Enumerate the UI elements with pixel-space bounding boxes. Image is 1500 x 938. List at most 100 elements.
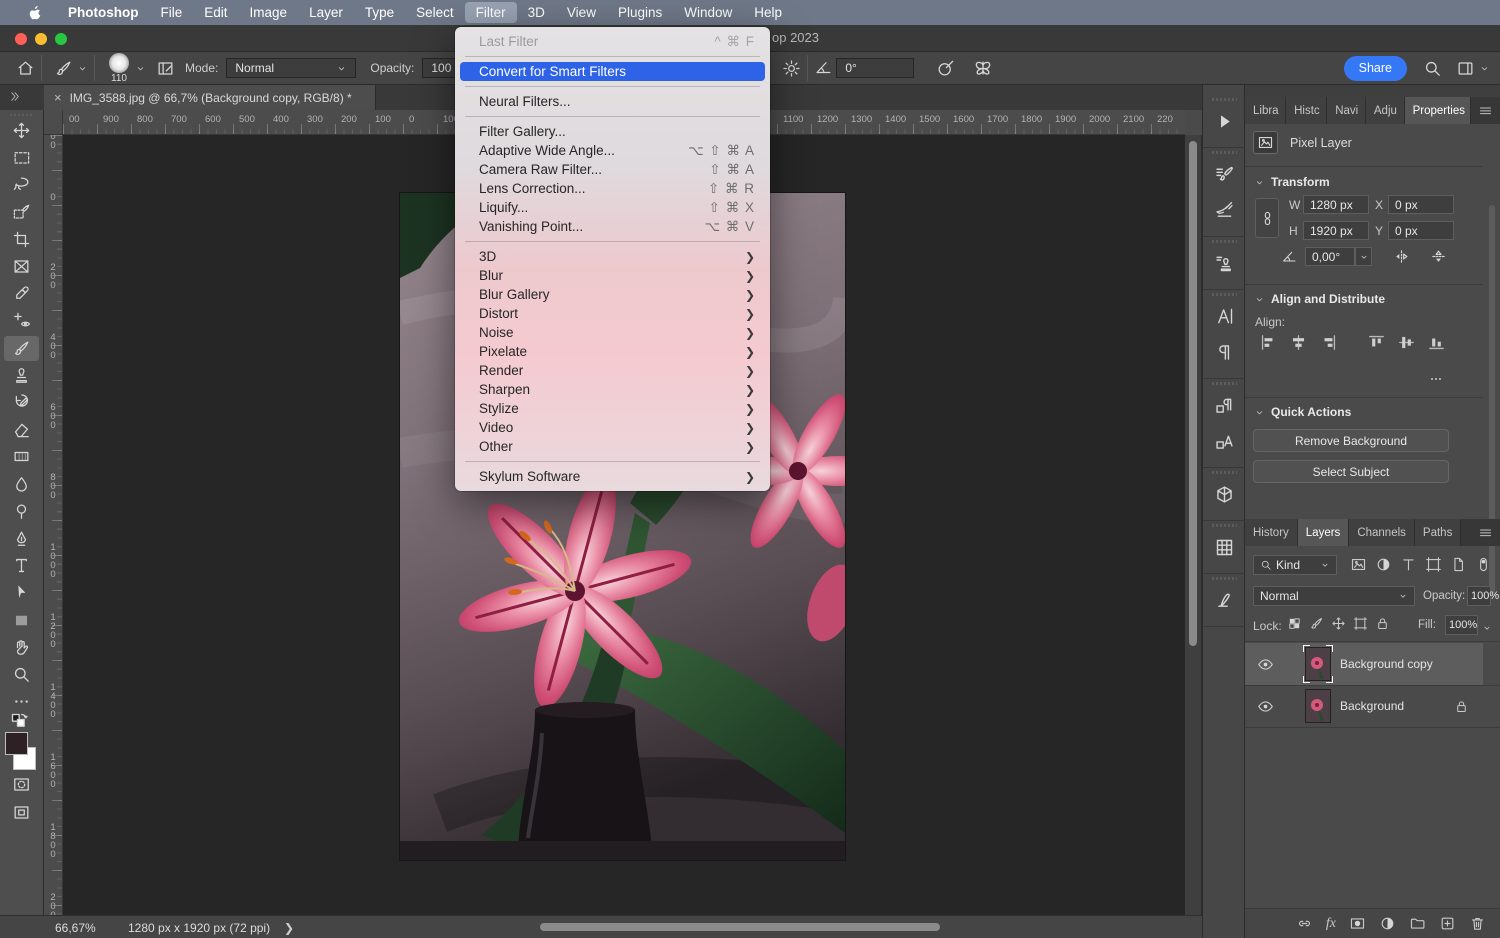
select-subject-button[interactable]: Select Subject <box>1253 460 1449 483</box>
layers-opacity-field[interactable]: 100% <box>1467 586 1491 606</box>
layer-visibility-eye-icon[interactable] <box>1257 656 1274 673</box>
menu-item-video[interactable]: Video❯ <box>460 418 765 437</box>
horizontal-scrollbar-thumb[interactable] <box>540 923 940 931</box>
brush-tool[interactable] <box>4 336 39 361</box>
lasso-tool[interactable] <box>4 172 39 197</box>
zoom-tool[interactable] <box>4 662 39 687</box>
double-chevron-right-icon[interactable] <box>8 90 21 108</box>
smart-object-filter-icon[interactable] <box>1450 556 1467 578</box>
type-filter-icon[interactable] <box>1400 556 1417 578</box>
layer-row-background[interactable]: Background <box>1245 685 1483 727</box>
menu-item-sharpen[interactable]: Sharpen❯ <box>460 380 765 399</box>
clone-source-panel-icon[interactable] <box>1210 249 1239 277</box>
align-center-h-icon[interactable] <box>1289 333 1308 357</box>
height-field[interactable]: 1920 px <box>1303 221 1369 240</box>
panel-toggle-icon[interactable] <box>156 59 175 78</box>
patterns-grid-panel-icon[interactable] <box>1210 533 1239 561</box>
adjustment-filter-icon[interactable] <box>1375 556 1392 578</box>
blend-mode-select[interactable]: Normal <box>1253 586 1415 606</box>
kind-filter-select[interactable]: Kind <box>1253 555 1337 575</box>
zoom-level[interactable]: 66,67% <box>55 921 96 935</box>
panel-menu-icon[interactable] <box>1471 519 1500 546</box>
airbrush-gear-icon[interactable] <box>782 59 801 78</box>
y-position-field[interactable]: 0 px <box>1388 221 1454 240</box>
panel-menu-icon[interactable] <box>1471 97 1500 124</box>
apple-icon[interactable] <box>12 4 57 21</box>
align-top-icon[interactable] <box>1367 333 1386 357</box>
link-dimensions-button[interactable] <box>1255 198 1279 238</box>
menu-bar-item-photoshop[interactable]: Photoshop <box>57 2 150 23</box>
new-group-icon[interactable] <box>1409 915 1426 932</box>
brush-tool-icon[interactable] <box>54 59 73 78</box>
tab-adju[interactable]: Adju <box>1366 97 1405 124</box>
menu-item-skylum-software[interactable]: Skylum Software❯ <box>460 467 765 486</box>
symmetry-butterfly-icon[interactable] <box>973 58 993 78</box>
layer-thumbnail[interactable] <box>1305 689 1331 723</box>
workspace-icon[interactable] <box>1456 59 1475 78</box>
panel-grip[interactable] <box>1212 471 1237 474</box>
frame-tool[interactable] <box>4 254 39 279</box>
smoothing-icon[interactable] <box>936 59 955 78</box>
panel-grip[interactable] <box>1212 524 1237 527</box>
chevron-down-icon[interactable] <box>77 63 88 74</box>
brush-settings-panel-icon[interactable] <box>1210 160 1239 188</box>
menu-item-noise[interactable]: Noise❯ <box>460 323 765 342</box>
character-styles-panel-icon[interactable] <box>1210 427 1239 455</box>
menu-bar-item-3d[interactable]: 3D <box>517 2 556 23</box>
flip-vertical-icon[interactable] <box>1430 248 1447 270</box>
menu-item-adaptive-wide-angle[interactable]: Adaptive Wide Angle...⌥ ⇧ ⌘ A <box>460 141 765 160</box>
home-icon[interactable] <box>16 59 35 78</box>
menu-item-filter-gallery[interactable]: Filter Gallery... <box>460 122 765 141</box>
paragraph-styles-panel-icon[interactable] <box>1210 391 1239 419</box>
menu-item-blur-gallery[interactable]: Blur Gallery❯ <box>460 285 765 304</box>
screen-mode-button[interactable] <box>4 800 39 825</box>
glyphs-panel-icon[interactable] <box>1210 586 1239 614</box>
materials-cube-panel-icon[interactable] <box>1210 480 1239 508</box>
menu-bar-item-view[interactable]: View <box>556 2 607 23</box>
menu-item-camera-raw-filter[interactable]: Camera Raw Filter...⇧ ⌘ A <box>460 160 765 179</box>
lock-transparent-icon[interactable] <box>1287 616 1302 636</box>
panel-grip[interactable] <box>1212 240 1237 243</box>
tab-paths[interactable]: Paths <box>1415 519 1461 546</box>
rotate-angle-field[interactable]: 0,00° <box>1305 247 1355 266</box>
vertical-scrollbar-thumb[interactable] <box>1189 141 1197 646</box>
new-adjustment-icon[interactable] <box>1379 915 1396 932</box>
menu-item-other[interactable]: Other❯ <box>460 437 765 456</box>
flip-horizontal-icon[interactable] <box>1393 248 1410 270</box>
rotate-angle-dropdown[interactable] <box>1355 247 1372 266</box>
quick-actions-header[interactable]: Quick Actions <box>1254 405 1351 419</box>
actions-play-panel-icon[interactable] <box>1210 107 1239 135</box>
close-window-button[interactable] <box>15 33 27 45</box>
align-more-icon[interactable] <box>1428 371 1444 392</box>
tab-libra[interactable]: Libra <box>1245 97 1286 124</box>
menu-bar-item-filter[interactable]: Filter <box>465 2 517 23</box>
menu-bar-item-image[interactable]: Image <box>239 2 299 23</box>
panel-grip[interactable] <box>1212 577 1237 580</box>
path-selection-tool[interactable] <box>4 580 39 605</box>
eraser-tool[interactable] <box>4 417 39 442</box>
panel-grip[interactable] <box>1212 293 1237 296</box>
menu-item-lens-correction[interactable]: Lens Correction...⇧ ⌘ R <box>460 179 765 198</box>
pen-tool[interactable] <box>4 526 39 551</box>
fill-field[interactable]: 100% <box>1445 615 1478 635</box>
align-center-v-icon[interactable] <box>1397 333 1416 357</box>
chevron-down-icon[interactable] <box>1479 63 1490 74</box>
status-chevron-icon[interactable]: ❯ <box>284 921 294 935</box>
brushes-panel-icon[interactable] <box>1210 196 1239 224</box>
type-tool[interactable] <box>4 553 39 578</box>
width-field[interactable]: 1280 px <box>1303 195 1369 214</box>
panel-grip[interactable] <box>1212 382 1237 385</box>
menu-bar-item-layer[interactable]: Layer <box>298 2 354 23</box>
tab-history[interactable]: History <box>1245 519 1298 546</box>
menu-item-blur[interactable]: Blur❯ <box>460 266 765 285</box>
minimize-window-button[interactable] <box>35 33 47 45</box>
menu-item-vanishing-point[interactable]: Vanishing Point...⌥ ⌘ V <box>460 217 765 236</box>
menu-item-stylize[interactable]: Stylize❯ <box>460 399 765 418</box>
close-tab-icon[interactable]: × <box>54 90 62 105</box>
layer-visibility-eye-icon[interactable] <box>1257 698 1274 715</box>
dodge-tool[interactable] <box>4 499 39 524</box>
share-button[interactable]: Share <box>1344 56 1407 81</box>
quick-mask-button[interactable] <box>4 772 39 797</box>
search-icon[interactable] <box>1423 59 1442 78</box>
x-position-field[interactable]: 0 px <box>1388 195 1454 214</box>
